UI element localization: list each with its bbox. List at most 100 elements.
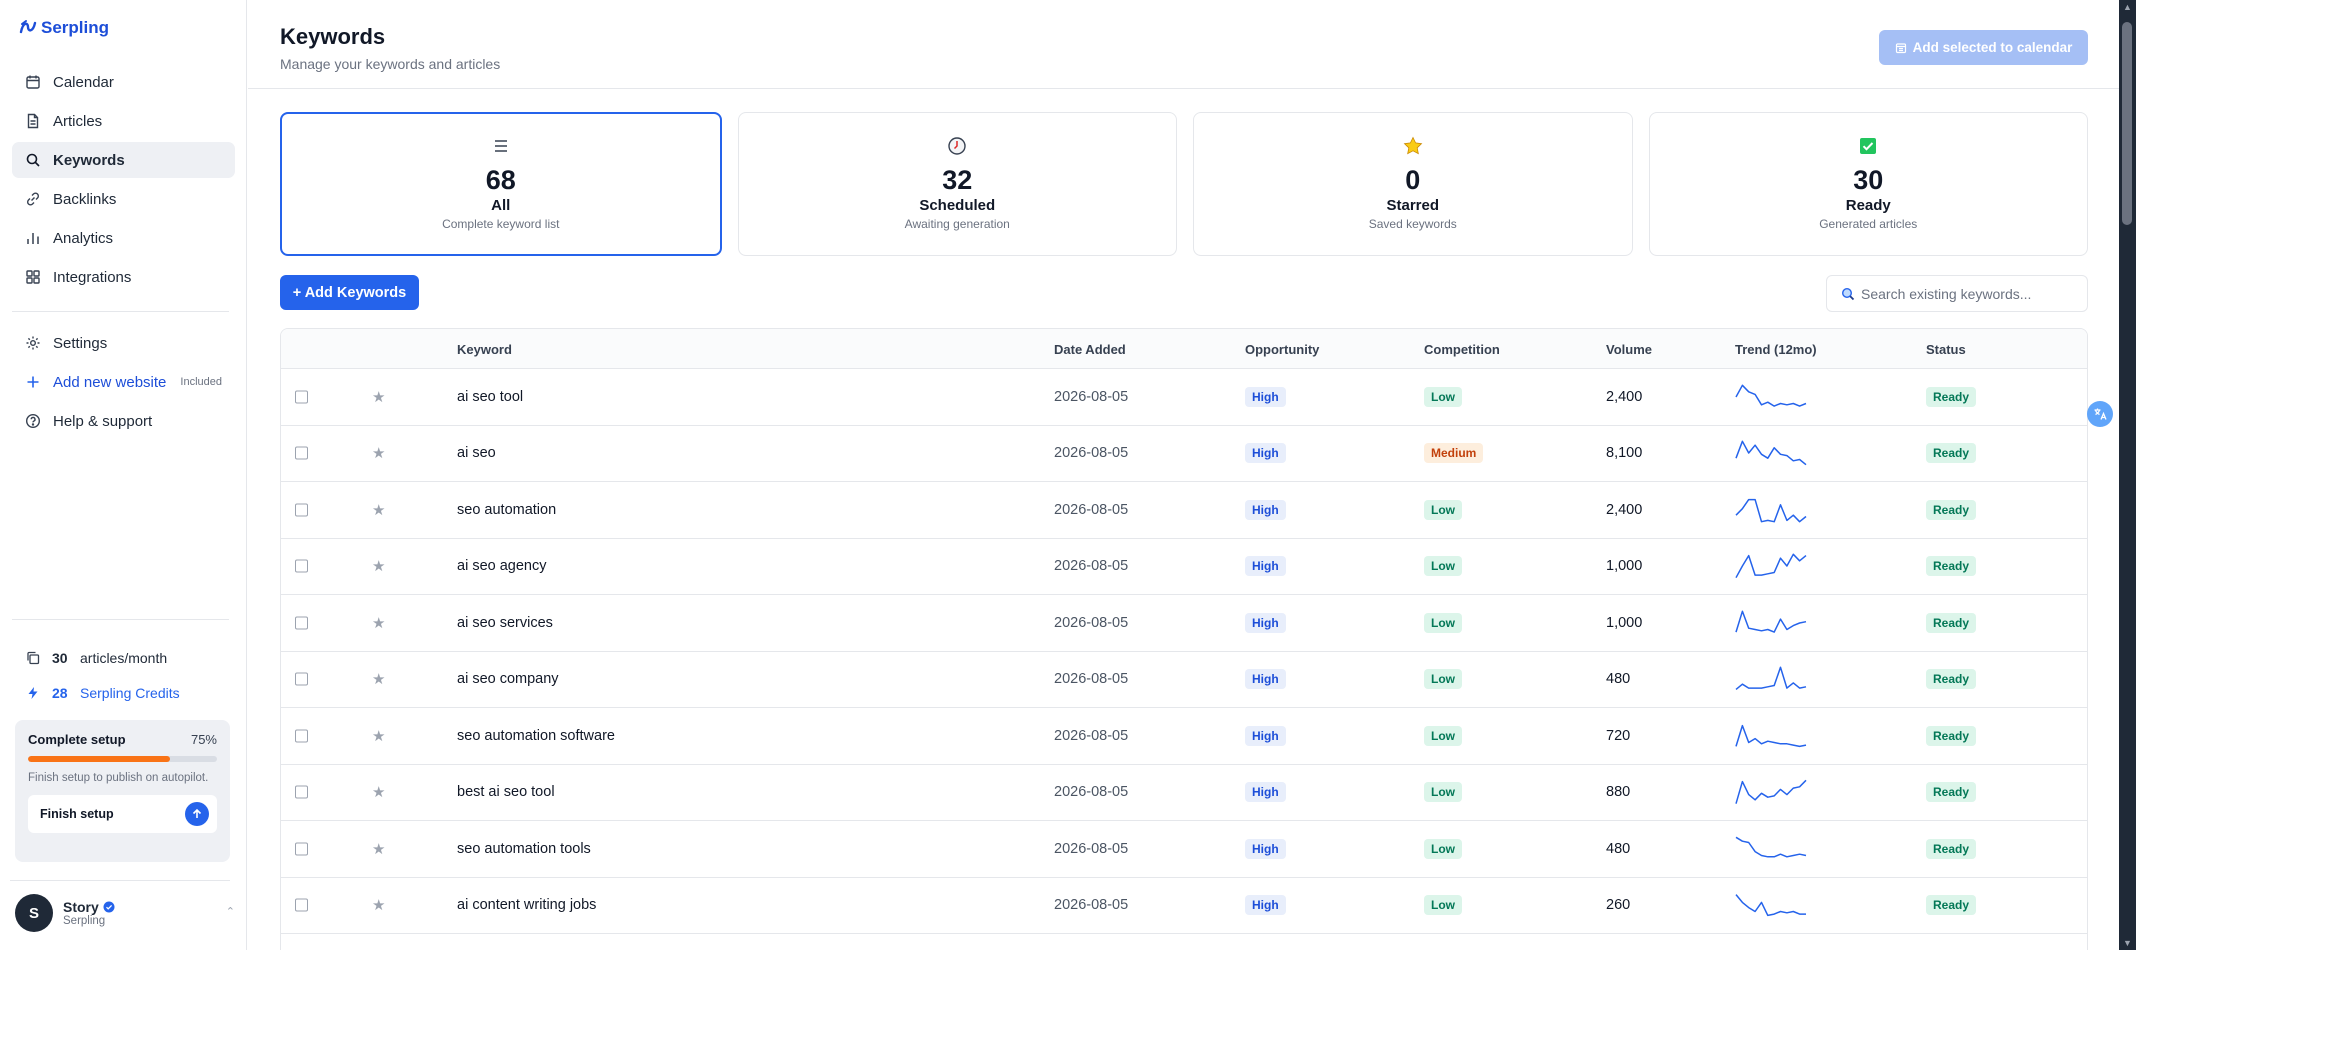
star-icon[interactable]: ★ [372,444,385,462]
trend-line [1735,894,1806,917]
add-website-button[interactable]: Add new website Included [12,364,235,400]
keyword-cell[interactable]: seo automation tools [457,841,591,857]
sidebar-secondary-nav: Settings Add new website Included Help &… [12,325,235,442]
search-box[interactable] [1826,275,2088,312]
star-icon[interactable]: ★ [372,840,385,858]
sidebar-item-analytics[interactable]: Analytics [12,220,235,256]
table-row[interactable]: ★ ai seo tool 2026-08-05 High Low 2,400 … [281,369,2087,426]
trend-sparkline [1735,780,1807,805]
sidebar-item-keywords[interactable]: Keywords [12,142,235,178]
star-icon [1403,135,1423,157]
keyword-cell[interactable]: ai seo services [457,615,553,631]
table-row[interactable]: ★ ai seo services 2026-08-05 High Low 1,… [281,595,2087,652]
arrow-up-icon [185,802,209,826]
sidebar-nav: Calendar Articles Keywords Backlinks Ana… [12,64,235,298]
star-icon[interactable]: ★ [372,727,385,745]
keyword-cell[interactable]: ai seo agency [457,558,546,574]
scroll-down-icon[interactable]: ▼ [2123,938,2132,948]
row-checkbox[interactable] [295,503,308,517]
keyword-cell[interactable]: ai seo [457,445,496,461]
sidebar-item-calendar[interactable]: Calendar [12,64,235,100]
table-row[interactable] [281,934,2087,950]
stat-description: Generated articles [1819,217,1918,231]
sidebar-item-help[interactable]: Help & support [12,403,235,439]
row-checkbox[interactable] [295,672,308,686]
table-header: Keyword Date Added Opportunity Competiti… [281,329,2087,369]
sidebar-item-label: Analytics [53,229,114,247]
keyword-cell[interactable]: ai seo company [457,671,559,687]
trend-line [1735,610,1807,633]
row-checkbox[interactable] [295,785,308,799]
keyword-cell[interactable]: best ai seo tool [457,784,555,800]
star-icon[interactable]: ★ [372,614,385,632]
trend-sparkline [1735,836,1807,858]
add-keywords-button[interactable]: + Add Keywords [280,275,419,310]
star-icon[interactable]: ★ [372,501,385,519]
column-trend[interactable]: Trend (12mo) [1735,342,1817,357]
column-date-added[interactable]: Date Added [1054,342,1126,357]
table-row[interactable]: ★ ai seo agency 2026-08-05 High Low 1,00… [281,539,2087,595]
competition-badge: Low [1424,838,1462,859]
column-volume[interactable]: Volume [1606,342,1652,357]
keyword-cell[interactable]: ai seo tool [457,389,523,405]
keyword-cell[interactable]: ai content writing jobs [457,897,596,913]
keyword-cell[interactable]: seo automation [457,502,556,518]
scrollbar-thumb[interactable] [2122,22,2132,225]
scrollbar[interactable]: ▲ ▼ [2119,0,2136,950]
trend-line [1735,836,1807,858]
search-input[interactable] [1861,285,2081,302]
keyword-cell[interactable]: seo automation software [457,728,615,744]
sidebar-item-settings[interactable]: Settings [12,325,235,361]
star-icon[interactable]: ★ [372,670,385,688]
column-status[interactable]: Status [1926,342,1966,357]
scroll-up-icon[interactable]: ▲ [2123,2,2132,12]
table-row[interactable]: ★ seo automation software 2026-08-05 Hig… [281,708,2087,765]
row-checkbox[interactable] [295,390,308,404]
table-row[interactable]: ★ ai content writing jobs 2026-08-05 Hig… [281,878,2087,934]
table-row[interactable]: ★ ai seo 2026-08-05 High Medium 8,100 Re… [281,426,2087,482]
star-icon[interactable]: ★ [372,896,385,914]
sidebar-item-backlinks[interactable]: Backlinks [12,181,235,217]
star-icon[interactable]: ★ [372,783,385,801]
finish-setup-button[interactable]: Finish setup [28,795,217,833]
volume-cell: 1,000 [1606,614,1643,631]
stat-card-all[interactable]: 68 All Complete keyword list [280,112,722,256]
avatar: S [15,894,53,932]
translate-icon[interactable] [2087,401,2113,427]
setup-card: Complete setup 75% Finish setup to publi… [15,720,230,862]
stat-description: Saved keywords [1368,217,1457,231]
bar-chart-icon [25,230,41,246]
stat-card-ready[interactable]: 30 Ready Generated articles [1648,112,2088,256]
row-checkbox[interactable] [295,616,308,630]
sidebar-item-articles[interactable]: Articles [12,103,235,139]
logo[interactable]: Serpling [18,18,109,38]
star-icon[interactable]: ★ [372,388,385,406]
column-keyword[interactable]: Keyword [457,342,512,357]
stat-card-scheduled[interactable]: 32 Scheduled Awaiting generation [737,112,1177,256]
row-checkbox[interactable] [295,559,308,573]
divider [12,311,229,312]
column-opportunity[interactable]: Opportunity [1245,342,1319,357]
star-icon[interactable]: ★ [372,557,385,575]
logo-icon [19,20,37,34]
table-row[interactable]: ★ best ai seo tool 2026-08-05 High Low 8… [281,765,2087,821]
date-cell: 2026-08-05 [1054,501,1129,518]
sidebar-item-integrations[interactable]: Integrations [12,259,235,295]
row-checkbox[interactable] [295,729,308,743]
row-checkbox[interactable] [295,898,308,912]
table-row[interactable]: ★ ai seo company 2026-08-05 High Low 480… [281,652,2087,708]
row-checkbox[interactable] [295,446,308,460]
competition-badge: Low [1424,499,1462,520]
row-checkbox[interactable] [295,842,308,856]
column-competition[interactable]: Competition [1424,342,1500,357]
table-row[interactable]: ★ seo automation tools 2026-08-05 High L… [281,821,2087,878]
serpling-credits[interactable]: 28 Serpling Credits [26,675,226,710]
trend-sparkline [1735,724,1807,747]
opportunity-badge: High [1245,386,1286,407]
user-menu[interactable]: S Story Serpling ⌃ [15,893,235,933]
add-to-calendar-button[interactable]: Add selected to calendar [1879,30,2088,65]
stat-card-starred[interactable]: 0 Starred Saved keywords [1193,112,1633,256]
stat-value: 32 [942,165,973,195]
keywords-table: Keyword Date Added Opportunity Competiti… [280,328,2088,950]
table-row[interactable]: ★ seo automation 2026-08-05 High Low 2,4… [281,482,2087,539]
